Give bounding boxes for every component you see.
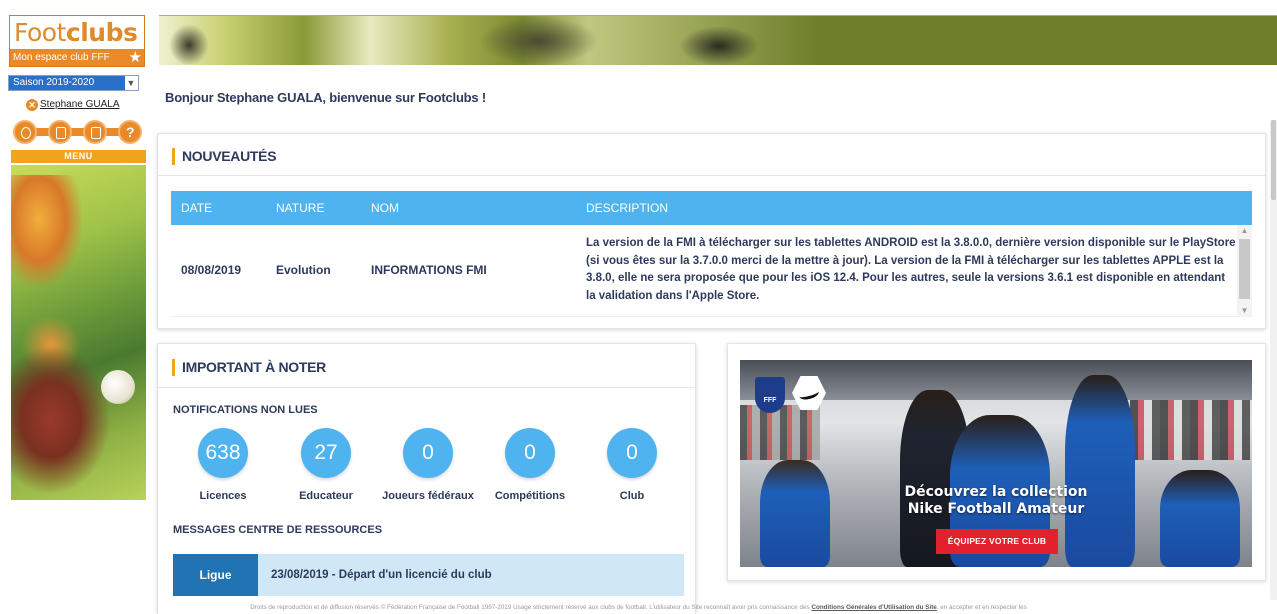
news-nom: INFORMATIONS FMI bbox=[371, 263, 487, 277]
ball-icon[interactable] bbox=[13, 120, 37, 144]
page-scrollbar[interactable] bbox=[1270, 120, 1277, 600]
quick-icons-row bbox=[11, 120, 146, 144]
notif-count-licences[interactable]: 638 bbox=[198, 428, 248, 478]
help-icon[interactable] bbox=[118, 120, 142, 144]
welcome-message: Bonjour Stephane GUALA, bienvenue sur Fo… bbox=[165, 90, 486, 105]
notif-count-competitions[interactable]: 0 bbox=[505, 428, 555, 478]
news-date: 08/08/2019 bbox=[181, 263, 242, 277]
news-panel: NOUVEAUTÉS DATE NATURE NOM DESCRIPTION 0… bbox=[157, 133, 1266, 329]
notif-label-licences: Licences bbox=[199, 490, 247, 502]
ad-headline: Découvrez la collection Nike Football Am… bbox=[896, 484, 1096, 518]
news-scrollbar[interactable]: ▲ ▼ bbox=[1237, 225, 1252, 317]
nike-ad-banner[interactable]: FFF Découvrez la collection Nike Footbal… bbox=[740, 360, 1252, 567]
footer-text: Droits de reproduction et de diffusion r… bbox=[250, 604, 812, 611]
user-name-link[interactable]: Stephane GUALA bbox=[40, 99, 120, 110]
fff-logo: FFF bbox=[755, 377, 785, 413]
col-nature: NATURE bbox=[276, 201, 325, 215]
list-item[interactable]: Ligue 23/08/2019 - Départ d'un licencié … bbox=[173, 554, 684, 596]
col-nom: NOM bbox=[371, 201, 399, 215]
news-table-header: DATE NATURE NOM DESCRIPTION bbox=[171, 191, 1252, 225]
col-date: DATE bbox=[181, 201, 213, 215]
user-line: ✕ Stephane GUALA bbox=[26, 99, 120, 111]
chevron-down-icon[interactable]: ▼ bbox=[125, 77, 137, 89]
season-select-value: Saison 2019-2020 bbox=[9, 76, 125, 90]
important-panel: IMPORTANT À NOTER NOTIFICATIONS NON LUES… bbox=[157, 343, 696, 614]
news-title: NOUVEAUTÉS bbox=[172, 148, 277, 165]
message-text: 23/08/2019 - Départ d'un licencié du clu… bbox=[271, 569, 492, 581]
header-banner bbox=[159, 15, 1277, 65]
page-scrollbar-thumb[interactable] bbox=[1271, 120, 1276, 200]
terms-link[interactable]: Conditions Générales d'Utilisation du Si… bbox=[811, 604, 936, 611]
important-title: IMPORTANT À NOTER bbox=[172, 359, 326, 376]
notif-count-club[interactable]: 0 bbox=[607, 428, 657, 478]
footer: Droits de reproduction et de diffusion r… bbox=[0, 601, 1277, 614]
equip-club-button[interactable]: ÉQUIPEZ VOTRE CLUB bbox=[936, 529, 1058, 554]
news-nature: Evolution bbox=[276, 263, 331, 277]
notif-label-joueurs: Joueurs fédéraux bbox=[382, 490, 474, 502]
ad-panel: FFF Découvrez la collection Nike Footbal… bbox=[727, 343, 1266, 581]
document-icon[interactable] bbox=[48, 120, 72, 144]
football-image bbox=[101, 370, 135, 404]
scroll-up-icon[interactable]: ▲ bbox=[1237, 225, 1252, 237]
scroll-down-icon[interactable]: ▼ bbox=[1237, 305, 1252, 317]
news-description: La version de la FMI à télécharger sur l… bbox=[586, 237, 1236, 302]
message-tag: Ligue bbox=[173, 554, 258, 596]
clipboard-icon[interactable] bbox=[83, 120, 107, 144]
news-scrollbar-thumb[interactable] bbox=[1239, 239, 1250, 299]
ad-headline-line1: Découvrez la collection bbox=[904, 484, 1088, 500]
season-select[interactable]: Saison 2019-2020 ▼ bbox=[8, 75, 139, 91]
notif-label-club: Club bbox=[619, 490, 645, 502]
col-description: DESCRIPTION bbox=[586, 201, 669, 215]
menu-decorative-image bbox=[11, 165, 146, 500]
table-row: 08/08/2019 Evolution INFORMATIONS FMI La… bbox=[171, 225, 1252, 317]
ad-headline-line2: Nike Football Amateur bbox=[907, 501, 1085, 517]
logo-word-clubs: clubs bbox=[65, 18, 138, 47]
menu-header[interactable]: MENU bbox=[11, 150, 146, 163]
messages-title: MESSAGES CENTRE DE RESSOURCES bbox=[173, 524, 383, 536]
notif-count-joueurs[interactable]: 0 bbox=[403, 428, 453, 478]
notif-label-educateur: Educateur bbox=[299, 490, 353, 502]
logo-subtitle: Mon espace club FFF bbox=[13, 52, 110, 63]
footer-text-end: , en accepter et en respecter les bbox=[936, 604, 1027, 611]
logo-word-foot: Foot bbox=[14, 18, 66, 47]
logout-icon[interactable]: ✕ bbox=[26, 99, 38, 111]
star-icon: ★ bbox=[128, 49, 142, 66]
footclubs-logo[interactable]: Footclubs Mon espace club FFF ★ bbox=[9, 15, 145, 67]
notifications-title: NOTIFICATIONS NON LUES bbox=[173, 404, 318, 416]
notif-count-educateur[interactable]: 27 bbox=[301, 428, 351, 478]
sidebar: Footclubs Mon espace club FFF ★ Saison 2… bbox=[0, 0, 150, 614]
notif-label-competitions: Compétitions bbox=[494, 490, 566, 502]
